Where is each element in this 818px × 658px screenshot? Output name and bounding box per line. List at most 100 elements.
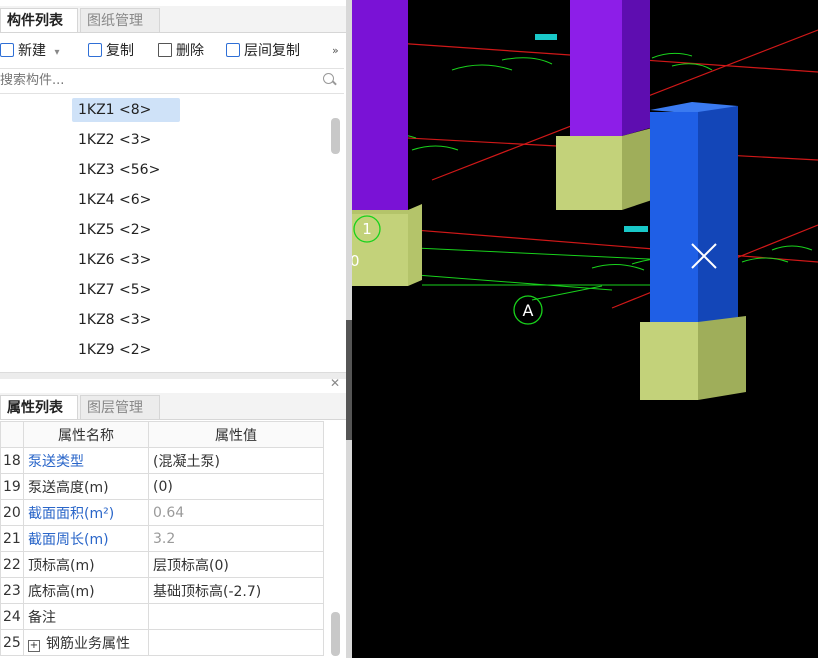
row-number: 21 [0, 525, 24, 552]
annotation-mark [624, 226, 648, 232]
property-value[interactable]: 基础顶标高(-2.7) [148, 577, 324, 604]
copy-icon [88, 43, 102, 57]
column-right [640, 102, 746, 400]
list-item[interactable]: 1KZ3 <56> [72, 158, 166, 182]
footing-middle-front [556, 136, 622, 210]
table-row[interactable]: 24 备注 [0, 603, 324, 630]
column-right-front [650, 112, 698, 327]
axis-label-a: A [523, 301, 534, 320]
close-icon[interactable]: ✕ [330, 376, 340, 390]
property-value: 0.64 [148, 499, 324, 526]
expand-plus-icon[interactable]: + [28, 639, 40, 652]
axis-bubble-a: A [513, 295, 543, 325]
search-input[interactable] [0, 71, 300, 89]
row-number: 19 [0, 473, 24, 500]
row-number: 18 [0, 447, 24, 474]
row-number: 22 [0, 551, 24, 578]
table-row[interactable]: 20 截面面积(m²) 0.64 [0, 499, 324, 526]
row-number: 24 [0, 603, 24, 630]
list-item[interactable]: 1KZ6 <3> [72, 248, 157, 272]
tab-component-list[interactable]: 构件列表 [0, 8, 78, 32]
left-panel: 构件列表 图纸管理 新建 ▾ 复制 删除 层间复制 » 1KZ1 <8> 1KZ… [0, 0, 346, 658]
chevron-down-icon: ▾ [54, 47, 60, 58]
delete-button-label: 删除 [176, 43, 204, 59]
component-list-scrollbar[interactable] [331, 118, 340, 154]
list-item[interactable]: 1KZ8 <3> [72, 308, 157, 332]
tab-drawing-management[interactable]: 图纸管理 [80, 8, 160, 32]
row-number: 20 [0, 499, 24, 526]
list-item[interactable]: 1KZ2 <3> [72, 128, 157, 152]
search-icon[interactable] [323, 73, 334, 84]
3d-viewport[interactable]: 1 0 A [352, 0, 818, 658]
property-value[interactable] [148, 603, 324, 630]
list-item[interactable]: 1KZ4 <6> [72, 188, 157, 212]
panel-divider[interactable] [0, 372, 346, 379]
copy-button-label: 复制 [106, 43, 134, 59]
property-name: 截面面积(m²) [23, 499, 149, 526]
property-name: 截面周长(m) [23, 525, 149, 552]
list-item[interactable]: 1KZ1 <8> [72, 98, 180, 122]
table-row[interactable]: 19 泵送高度(m) (0) [0, 473, 324, 500]
property-value[interactable]: 层顶标高(0) [148, 551, 324, 578]
property-panel-tabs: 属性列表 图层管理 [0, 393, 346, 420]
axis-label-1: 1 [362, 220, 372, 238]
header-property-name: 属性名称 [23, 421, 149, 448]
header-property-value: 属性值 [148, 421, 324, 448]
component-list: 1KZ1 <8> 1KZ2 <3> 1KZ3 <56> 1KZ4 <6> 1KZ… [0, 94, 330, 374]
column-middle-side [622, 0, 650, 136]
column-left [352, 0, 422, 286]
table-row[interactable]: 23 底标高(m) 基础顶标高(-2.7) [0, 577, 324, 604]
annotation-mark [535, 34, 557, 40]
table-row[interactable]: 22 顶标高(m) 层顶标高(0) [0, 551, 324, 578]
property-name: 备注 [23, 603, 149, 630]
floor-copy-button[interactable]: 层间复制 [226, 40, 300, 62]
tab-layer-management[interactable]: 图层管理 [80, 395, 160, 419]
delete-button[interactable]: 删除 [158, 40, 204, 62]
list-item[interactable]: 1KZ9 <2> [72, 338, 157, 362]
footing-right-front [640, 322, 698, 400]
footing-left-front [352, 214, 408, 286]
row-number: 25 [0, 629, 24, 656]
table-row[interactable]: 18 泵送类型 (混凝土泵) [0, 447, 324, 474]
column-middle [556, 0, 652, 210]
property-value[interactable]: (0) [148, 473, 324, 500]
floor-copy-button-label: 层间复制 [244, 43, 300, 59]
column-right-side [698, 106, 738, 327]
table-row[interactable]: 25 + 钢筋业务属性 [0, 629, 324, 656]
property-value [148, 629, 324, 656]
property-value[interactable]: (混凝土泵) [148, 447, 324, 474]
property-name: 泵送高度(m) [23, 473, 149, 500]
component-search [0, 68, 344, 94]
3d-scene[interactable]: 1 0 A [352, 0, 818, 658]
table-header: 属性名称 属性值 [0, 421, 324, 448]
trash-icon [158, 43, 172, 57]
header-num [0, 421, 24, 448]
property-value: 3.2 [148, 525, 324, 552]
dimension-line [531, 285, 603, 301]
row-number: 23 [0, 577, 24, 604]
axis-label-0: 0 [352, 252, 360, 270]
property-name: 泵送类型 [23, 447, 149, 474]
copy-button[interactable]: 复制 [88, 40, 134, 62]
tab-property-list[interactable]: 属性列表 [0, 395, 78, 419]
component-panel-tabs: 构件列表 图纸管理 [0, 6, 346, 33]
property-name: 钢筋业务属性 [46, 635, 130, 652]
property-name: 底标高(m) [23, 577, 149, 604]
column-middle-front [570, 0, 622, 136]
column-left-shaft [352, 0, 408, 210]
table-row[interactable]: 21 截面周长(m) 3.2 [0, 525, 324, 552]
new-button[interactable]: 新建 ▾ [0, 40, 59, 62]
dimension-label-glyphs [451, 57, 553, 71]
property-name-group[interactable]: + 钢筋业务属性 [23, 629, 149, 656]
dimension-label-glyphs [741, 245, 813, 263]
list-item[interactable]: 1KZ5 <2> [72, 218, 157, 242]
new-button-label: 新建 [18, 43, 46, 59]
new-file-icon [0, 43, 14, 57]
property-name: 顶标高(m) [23, 551, 149, 578]
floor-copy-icon [226, 43, 240, 57]
property-table: 属性名称 属性值 18 泵送类型 (混凝土泵) 19 泵送高度(m) (0) 2… [0, 421, 324, 656]
property-table-scrollbar[interactable] [331, 612, 340, 656]
component-toolbar: 新建 ▾ 复制 删除 层间复制 » [0, 36, 346, 66]
double-chevron-right-icon[interactable]: » [332, 40, 339, 62]
list-item[interactable]: 1KZ7 <5> [72, 278, 157, 302]
